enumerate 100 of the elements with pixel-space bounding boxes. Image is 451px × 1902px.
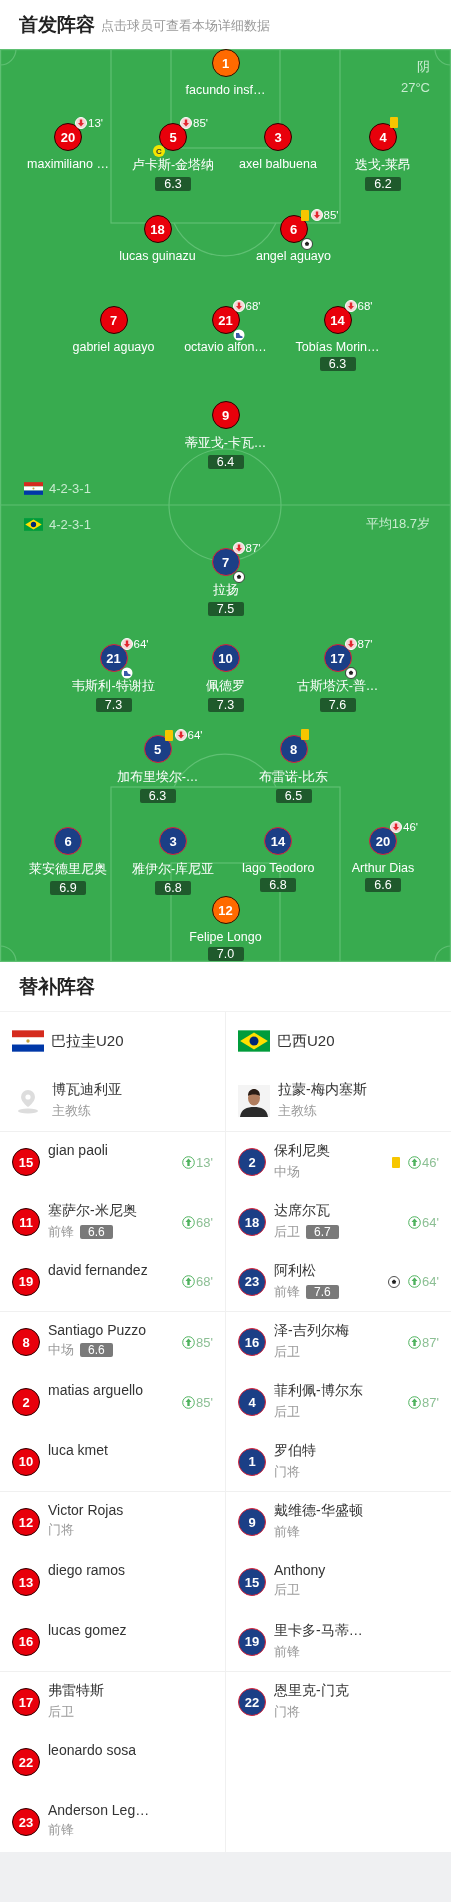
player-number[interactable]: 7 [211, 548, 240, 576]
player-number[interactable]: 15 [12, 1148, 40, 1176]
player-name[interactable]: 拉扬 [212, 582, 239, 599]
player-number[interactable]: 20 [54, 123, 82, 151]
player-number[interactable]: 14 [323, 306, 352, 334]
player-number[interactable]: 20 [369, 827, 397, 855]
player-name[interactable]: Victor Rojas [48, 1502, 124, 1518]
player-name[interactable]: 古斯塔沃-普… [296, 678, 379, 695]
player-name[interactable]: david fernandez [48, 1261, 148, 1278]
player-name[interactable]: 弗雷特斯 [48, 1682, 104, 1700]
player-number[interactable]: 6 [54, 827, 82, 855]
player-number[interactable]: 16 [12, 1627, 40, 1656]
substitution-minute: 85' [196, 1394, 213, 1410]
player-number[interactable]: 21 [99, 644, 128, 672]
player-rating: 7.6 [306, 1284, 339, 1299]
player-name[interactable]: 佩德罗 [206, 678, 245, 695]
player-number[interactable]: 7 [99, 306, 128, 334]
player-name[interactable]: 蒂亚戈-卡瓦… [184, 435, 267, 452]
player-number[interactable]: 16 [238, 1328, 266, 1356]
player-name[interactable]: Iago Teodoro [241, 861, 315, 875]
coach-name[interactable]: 博瓦迪利亚 [52, 1081, 122, 1099]
player-name[interactable]: 塞萨尔-米尼奥 [48, 1202, 137, 1220]
player-number[interactable]: 23 [12, 1808, 40, 1836]
player-name[interactable]: 戴维德-华盛顿 [274, 1502, 363, 1520]
player-name[interactable]: 布雷诺-比东 [258, 769, 329, 786]
player-name[interactable]: Tobías Morin… [295, 340, 380, 354]
player-number[interactable]: 4 [238, 1388, 266, 1416]
formation: 4-2-3-1 [49, 516, 91, 532]
player-name[interactable]: lucas guinazu [119, 249, 196, 263]
coach-name[interactable]: 拉蒙-梅内塞斯 [278, 1081, 367, 1099]
player-number[interactable]: 15 [238, 1568, 266, 1596]
player-number[interactable]: 1 [238, 1447, 266, 1476]
player-number[interactable]: 23 [238, 1267, 266, 1296]
player-number[interactable]: 2 [238, 1148, 266, 1176]
player-number[interactable]: 10 [12, 1447, 40, 1476]
player-name[interactable]: gabriel aguayo [72, 340, 155, 354]
player-name[interactable]: octavio alfon… [184, 340, 267, 354]
player-name[interactable]: matias arguello [48, 1382, 143, 1398]
player-number[interactable]: 18 [238, 1208, 266, 1236]
player-name[interactable]: 恩里克-门克 [274, 1682, 349, 1700]
player-name[interactable]: 里卡多-马蒂… [274, 1621, 363, 1640]
player-number[interactable]: 3 [159, 827, 187, 855]
player-number[interactable]: 19 [12, 1267, 40, 1296]
substitution-in-icon [408, 1215, 422, 1229]
player-position: 中场 [274, 1163, 300, 1181]
player-name[interactable]: 菲利佩-博尔东 [274, 1382, 363, 1400]
player-number[interactable]: 21 [211, 306, 240, 334]
player-name[interactable]: 阿利松 [274, 1261, 339, 1280]
player-number[interactable]: 12 [211, 896, 240, 924]
player-name[interactable]: Felipe Longo [189, 930, 262, 944]
player-number[interactable]: 5 [143, 735, 172, 763]
player-name[interactable]: 韦斯利-特谢拉 [72, 678, 155, 695]
player-name[interactable]: Anthony [274, 1562, 326, 1578]
player-name[interactable]: 保利尼奥 [274, 1142, 330, 1160]
player-name[interactable]: gian paoli [48, 1142, 108, 1158]
player-name[interactable]: 达席尔瓦 [274, 1202, 339, 1220]
player-name[interactable]: Arthur Dias [351, 861, 415, 875]
player-name[interactable]: lucas gomez [48, 1621, 127, 1638]
temperature: 27°C [400, 80, 430, 95]
player-name[interactable]: 加布里埃尔-… [116, 769, 199, 786]
player-number[interactable]: 18 [143, 215, 172, 243]
substitution-minute: 87' [422, 1334, 439, 1350]
player-name[interactable]: axel balbuena [239, 157, 317, 171]
player-number[interactable]: 13 [12, 1568, 40, 1596]
player-name[interactable]: maximiliano … [27, 157, 109, 171]
player-name[interactable]: 泽-吉列尔梅 [274, 1322, 349, 1340]
player-position: 后卫 [48, 1703, 74, 1721]
player-name[interactable]: angel aguayo [255, 249, 332, 263]
player-number[interactable]: 9 [211, 401, 240, 429]
player-number[interactable]: 22 [12, 1748, 40, 1776]
player-number[interactable]: 8 [12, 1328, 40, 1356]
player-rating: 7.3 [95, 698, 132, 712]
player-number[interactable]: 8 [279, 735, 308, 763]
player-number[interactable]: 17 [323, 644, 352, 672]
player-name[interactable]: 卢卡斯-金塔纳 [131, 157, 215, 174]
player-name[interactable]: facundo insf… [185, 83, 266, 97]
player-name[interactable]: Anderson Leg… [48, 1802, 150, 1818]
player-number[interactable]: 19 [238, 1627, 266, 1656]
player-name[interactable]: 雅伊尔-库尼亚 [131, 861, 215, 878]
player-number[interactable]: 17 [12, 1688, 40, 1716]
player-name[interactable]: diego ramos [48, 1562, 126, 1578]
player-name[interactable]: Santiago Puzzo [48, 1322, 147, 1338]
player-name[interactable]: 迭戈-莱昂 [354, 157, 412, 174]
player-name[interactable]: luca kmet [48, 1441, 108, 1458]
player-name[interactable]: leonardo sosa [48, 1742, 136, 1758]
player-number[interactable]: 10 [211, 644, 240, 672]
player-number[interactable]: 22 [238, 1688, 266, 1716]
player-number[interactable]: 6 [279, 215, 308, 243]
player-number[interactable]: 12 [12, 1508, 40, 1536]
player-number[interactable]: 11 [12, 1208, 40, 1236]
player-position: 后卫 [274, 1581, 300, 1599]
player-number[interactable]: 4 [369, 123, 397, 151]
substitution-minute: 64' [422, 1274, 439, 1289]
player-number[interactable]: 3 [264, 123, 292, 151]
player-number[interactable]: 1 [211, 49, 240, 77]
player-name[interactable]: 罗伯特 [274, 1441, 316, 1460]
player-name[interactable]: 莱安德里尼奥 [29, 861, 107, 878]
player-number[interactable]: 2 [12, 1388, 40, 1416]
player-number[interactable]: 9 [238, 1508, 266, 1536]
player-number[interactable]: 14 [264, 827, 292, 855]
